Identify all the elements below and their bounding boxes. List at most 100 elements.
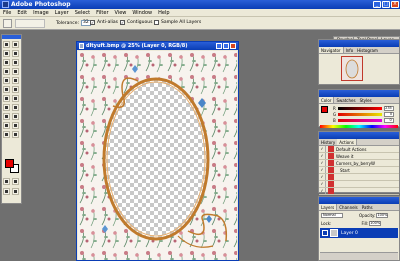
quick-mask-mode-icon[interactable] — [12, 178, 19, 185]
gradient-tool-icon[interactable] — [12, 86, 19, 93]
tab-color[interactable]: Color — [319, 97, 335, 103]
brush-tool-icon[interactable] — [12, 68, 19, 75]
menu-select[interactable]: Select — [75, 10, 90, 16]
document-minimize-button[interactable] — [216, 43, 222, 49]
tab-actions[interactable]: Actions — [337, 139, 357, 145]
path-selection-tool-icon[interactable] — [3, 104, 10, 111]
channel-g-input[interactable]: 0 — [384, 111, 395, 117]
document-maximize-button[interactable] — [223, 43, 229, 49]
action-row[interactable]: ✓ — [319, 188, 399, 195]
zoom-tool-icon[interactable] — [12, 131, 19, 138]
dodge-tool-icon[interactable] — [12, 95, 19, 102]
color-panel-title-bar[interactable] — [319, 90, 399, 97]
menu-file[interactable]: File — [3, 10, 11, 16]
magic-wand-tool-preset-icon[interactable] — [3, 19, 12, 28]
menu-image[interactable]: Image — [33, 10, 49, 16]
type-tool-icon[interactable] — [12, 104, 19, 111]
image-canvas[interactable] — [78, 51, 237, 260]
navigator-thumbnail[interactable] — [341, 56, 363, 81]
tab-histogram[interactable]: Histogram — [355, 47, 380, 53]
action-row[interactable]: ✓ Start — [319, 167, 399, 174]
menu-layer[interactable]: Layer — [55, 10, 69, 16]
jump-to-imageready-icon[interactable] — [12, 188, 19, 195]
healing-brush-tool-icon[interactable] — [3, 68, 10, 75]
action-row[interactable]: ✓ — [319, 174, 399, 181]
tab-info[interactable]: Info — [343, 47, 356, 53]
blur-tool-icon[interactable] — [3, 95, 10, 102]
channel-g-slider[interactable] — [338, 112, 383, 116]
navigator-panel-title-bar[interactable] — [319, 40, 399, 47]
history-brush-tool-icon[interactable] — [12, 77, 19, 84]
tab-navigator[interactable]: Navigator — [319, 47, 344, 53]
action-toggle-checkbox[interactable]: ✓ — [319, 188, 326, 194]
menu-edit[interactable]: Edit — [17, 10, 27, 16]
shape-tool-icon[interactable] — [12, 113, 19, 120]
dialog-toggle-icon[interactable] — [328, 174, 334, 180]
menu-help[interactable]: Help — [158, 10, 169, 16]
dialog-toggle-icon[interactable] — [328, 181, 334, 187]
document-title-bar[interactable]: dltyuft.bmp @ 25% (Layer 0, RGB/8) — [77, 42, 238, 50]
channel-b-slider[interactable] — [337, 118, 382, 122]
selection-mode-buttons[interactable] — [15, 19, 45, 28]
tab-styles[interactable]: Styles — [357, 97, 374, 103]
screen-mode-icon[interactable] — [3, 188, 10, 195]
tab-channels[interactable]: Channels — [337, 204, 360, 210]
opacity-input[interactable]: 100% — [376, 213, 389, 218]
tab-paths[interactable]: Paths — [359, 204, 375, 210]
standard-mode-icon[interactable] — [3, 178, 10, 185]
eye-icon[interactable] — [322, 230, 328, 236]
menu-window[interactable]: Window — [132, 10, 152, 16]
channel-r-input[interactable]: 235 — [383, 105, 394, 111]
blend-mode-select[interactable]: Normal — [321, 213, 343, 218]
eyedropper-tool-icon[interactable] — [12, 122, 19, 129]
actions-panel-title-bar[interactable] — [319, 132, 399, 139]
action-toggle-checkbox[interactable]: ✓ — [319, 153, 326, 159]
action-toggle-checkbox[interactable]: ✓ — [319, 146, 326, 152]
slice-tool-icon[interactable] — [12, 59, 19, 66]
maximize-button[interactable]: □ — [382, 1, 390, 8]
action-toggle-checkbox[interactable]: ✓ — [319, 181, 326, 187]
sample-all-layers-checkbox[interactable] — [154, 20, 159, 25]
tab-swatches[interactable]: Swatches — [334, 97, 358, 103]
marquee-tool-icon[interactable] — [3, 41, 10, 48]
action-toggle-checkbox[interactable]: ✓ — [319, 174, 326, 180]
color-spectrum-bar[interactable] — [320, 125, 398, 128]
dialog-toggle-icon[interactable] — [328, 160, 334, 166]
close-button[interactable]: × — [391, 1, 399, 8]
crop-tool-icon[interactable] — [3, 59, 10, 66]
eraser-tool-icon[interactable] — [3, 86, 10, 93]
dialog-toggle-icon[interactable] — [328, 188, 334, 194]
channel-r-slider[interactable] — [337, 106, 382, 110]
action-set-row[interactable]: ✓ Weave it — [319, 153, 399, 160]
layer-row-layer-0[interactable]: Layer 0 — [320, 228, 398, 238]
dialog-toggle-icon[interactable] — [328, 153, 334, 159]
channel-b-input[interactable]: 0 — [383, 117, 394, 123]
action-set-row[interactable]: ✓ Corners_by_berryW — [319, 160, 399, 167]
document-close-button[interactable] — [230, 43, 236, 49]
toolbox-grip[interactable] — [2, 35, 21, 39]
action-row[interactable]: ✓ — [319, 181, 399, 188]
action-set-row[interactable]: ✓ Default Actions — [319, 146, 399, 153]
tab-layers[interactable]: Layers — [319, 204, 338, 210]
color-panel-foreground-swatch[interactable] — [321, 106, 328, 113]
magic-wand-tool-icon[interactable] — [12, 50, 19, 57]
hand-tool-icon[interactable] — [3, 131, 10, 138]
action-toggle-checkbox[interactable]: ✓ — [319, 160, 326, 166]
menu-view[interactable]: View — [115, 10, 127, 16]
fill-input[interactable]: 100% — [369, 221, 382, 226]
clone-stamp-tool-icon[interactable] — [3, 77, 10, 84]
contiguous-checkbox[interactable]: ✓ — [120, 20, 125, 25]
pen-tool-icon[interactable] — [3, 113, 10, 120]
dialog-toggle-icon[interactable] — [328, 146, 334, 152]
move-tool-icon[interactable] — [12, 41, 19, 48]
menu-filter[interactable]: Filter — [96, 10, 108, 16]
notes-tool-icon[interactable] — [3, 122, 10, 129]
foreground-color-swatch[interactable] — [5, 159, 14, 168]
tab-history[interactable]: History — [319, 139, 338, 145]
lasso-tool-icon[interactable] — [3, 50, 10, 57]
minimize-button[interactable]: _ — [373, 1, 381, 8]
antialias-checkbox[interactable]: ✓ — [90, 20, 95, 25]
layers-panel-title-bar[interactable] — [319, 197, 399, 204]
dialog-toggle-icon[interactable] — [328, 167, 334, 173]
action-toggle-checkbox[interactable]: ✓ — [319, 167, 326, 173]
